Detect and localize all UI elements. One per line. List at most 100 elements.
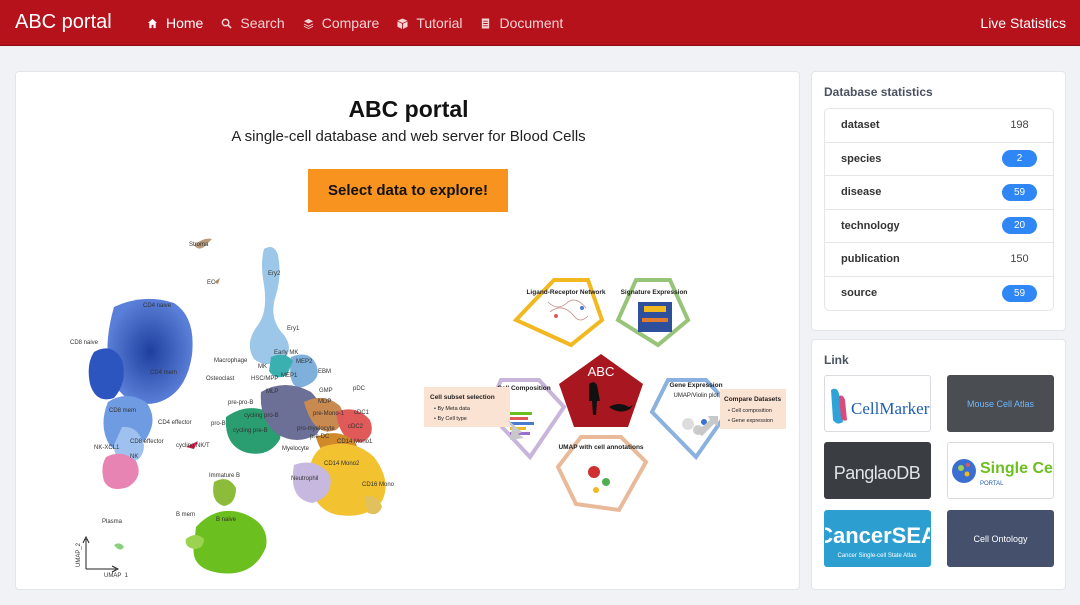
module-gene-title: Gene Expression: [669, 382, 722, 389]
umap-cell-label: MEP2: [296, 359, 313, 365]
module-gene-expression[interactable]: [649, 378, 734, 461]
subset-box-title: Cell subset selection: [430, 394, 495, 401]
cellmarker-link[interactable]: CellMarker: [824, 375, 931, 432]
home-icon: [147, 18, 158, 28]
nav-document[interactable]: Document: [480, 0, 563, 46]
stat-row-publication: publication 150: [825, 243, 1053, 277]
compare-box-title: Compare Datasets: [724, 396, 781, 403]
umap-cell-label: GMP: [319, 388, 333, 394]
umap-cell-label: CD4 naive: [143, 303, 172, 309]
cancersea-link[interactable]: CancerSEA Cancer Single-cell State Atlas: [824, 510, 931, 567]
live-statistics-link[interactable]: Live Statistics: [980, 15, 1066, 31]
svg-text:PanglaoDB: PanglaoDB: [834, 463, 921, 483]
svg-text:Single Cell: Single Cell: [980, 460, 1053, 477]
umap-cell-label: CD8 naive: [70, 340, 99, 346]
svg-text:CellMarker: CellMarker: [851, 399, 930, 418]
umap-cell-label: NK: [130, 454, 138, 460]
panglaodb-link[interactable]: PanglaoDB: [824, 442, 931, 499]
subset-item-celltype: • By Cell type: [434, 416, 467, 422]
mouse-cell-atlas-link[interactable]: Mouse Cell Atlas: [947, 375, 1054, 432]
module-umap-title: UMAP with cell annotations: [558, 444, 643, 451]
workflow-center-label: ABC: [588, 364, 615, 379]
umap-cell-label: EC: [207, 280, 216, 286]
umap-cell-label: MLP: [266, 389, 278, 395]
umap-cell-label: Plasma: [102, 519, 123, 525]
nav-search-label: Search: [240, 15, 285, 31]
umap-cell-label: Neutrophil: [291, 476, 318, 482]
single-cell-portal-logo: Single Cell PORTAL: [952, 459, 1053, 487]
umap-cell-label: CD8 mem: [109, 408, 136, 414]
module-signature-title: Signature Expression: [621, 289, 688, 296]
umap-cell-label: pDC: [353, 386, 366, 392]
stat-label: publication: [841, 253, 900, 266]
svg-text:CancerSEA: CancerSEA: [825, 523, 930, 548]
heatmap-band: [642, 318, 668, 322]
stat-label: species: [841, 152, 882, 165]
umap-cell-label: CD8 effector: [130, 439, 164, 445]
nav-tutorial[interactable]: Tutorial: [397, 0, 462, 46]
nav-search[interactable]: Search: [221, 0, 285, 46]
umap-cell-label: CD14 Mono2: [324, 461, 360, 467]
panglaodb-logo: PanglaoDB: [834, 463, 922, 483]
umap-plot-image: Stroma EC Ery2 CD4 naive CD8 naive Ery1 Early …: [70, 238, 395, 577]
nav-tutorial-label: Tutorial: [416, 15, 463, 31]
umap-cell-label: Macrophage: [214, 358, 248, 364]
stat-count-badge: 20: [1002, 217, 1037, 235]
hero-subtitle: A single-cell database and web server fo…: [231, 128, 586, 145]
umap-cell-label: B naive: [216, 517, 237, 523]
stat-row-species: species 2: [825, 143, 1053, 176]
umap-cell-label: pro-myelocyte: [297, 426, 335, 432]
stat-count-badge: 59: [1002, 284, 1037, 302]
nav-compare[interactable]: Compare: [303, 0, 380, 46]
workflow-diagram: ABC Ligand-Receptor Network Signature Ex…: [424, 278, 786, 513]
select-data-button[interactable]: Select data to explore!: [308, 169, 508, 212]
stat-label: disease: [841, 186, 882, 199]
stat-count-badge: 59: [1002, 183, 1037, 201]
mouse-cell-atlas-label: Mouse Cell Atlas: [966, 398, 1035, 409]
umap-cell-label: Ery1: [287, 326, 300, 332]
brand-logo[interactable]: ABC portal: [15, 11, 112, 34]
umap-cell-label: Immature B: [209, 473, 240, 479]
umap-cell-label: cDC1: [354, 410, 370, 416]
umap-cell-label: MK: [258, 364, 267, 370]
module-gene-sub: UMAP/Violin plot: [674, 393, 719, 399]
umap-cell-label: pre-pro-B: [228, 400, 253, 406]
cell-ontology-link[interactable]: Cell Ontology: [947, 510, 1054, 567]
stat-count-badge: 2: [1002, 150, 1037, 168]
main-nav: Home Search Compare Tutorial Document: [147, 0, 581, 46]
umap-cell-label: CD4 mem: [150, 370, 177, 376]
umap-cell-label: pre-Mono-1: [313, 411, 345, 417]
top-navbar: ABC portal Home Search Compare Tutorial …: [0, 0, 1080, 46]
umap-axes: [85, 539, 116, 570]
compare-item-expression: • Gene expression: [728, 418, 773, 424]
nav-home[interactable]: Home: [147, 0, 203, 46]
heatmap-band: [644, 306, 666, 312]
umap-cell-label: cycling pre-B: [233, 428, 268, 434]
umap-cluster-cd8-naive: [88, 348, 124, 400]
umap-x-axis-label: UMAP_1: [104, 573, 129, 577]
cell-ontology-label: Cell Ontology: [973, 533, 1028, 544]
umap-cell-label: cDC2: [348, 424, 364, 430]
svg-text:PORTAL: PORTAL: [980, 481, 1004, 487]
stat-row-disease: disease 59: [825, 176, 1053, 210]
stat-label: source: [841, 287, 878, 300]
umap-y-axis-label: UMAP_2: [76, 542, 82, 567]
nav-compare-label: Compare: [321, 15, 380, 31]
nav-home-label: Home: [166, 15, 204, 31]
umap-cell-label: NK-XCL1: [94, 445, 120, 451]
umap-cell-label: Osteoclast: [206, 376, 235, 382]
database-statistics-card: Database statistics dataset 198 species 2 di…: [811, 71, 1066, 331]
single-cell-portal-link[interactable]: Single Cell PORTAL: [947, 442, 1054, 499]
umap-cell-label: Stroma: [189, 242, 209, 248]
stat-value: 198: [1010, 119, 1029, 132]
search-icon: [222, 18, 233, 29]
umap-cell-label: EBM: [318, 369, 331, 375]
compare-item-composition: • Cell composition: [728, 408, 772, 414]
subset-item-meta: • By Meta data: [434, 406, 471, 412]
link-card: Link CellMarker Mouse Cell Atlas Panglao…: [811, 339, 1066, 590]
stat-value: 150: [1010, 253, 1029, 266]
nav-document-label: Document: [499, 15, 564, 31]
stats-title: Database statistics: [824, 85, 933, 99]
module-ligand-title: Ligand-Receptor Network: [526, 289, 605, 296]
stat-row-dataset: dataset 198: [825, 109, 1053, 143]
